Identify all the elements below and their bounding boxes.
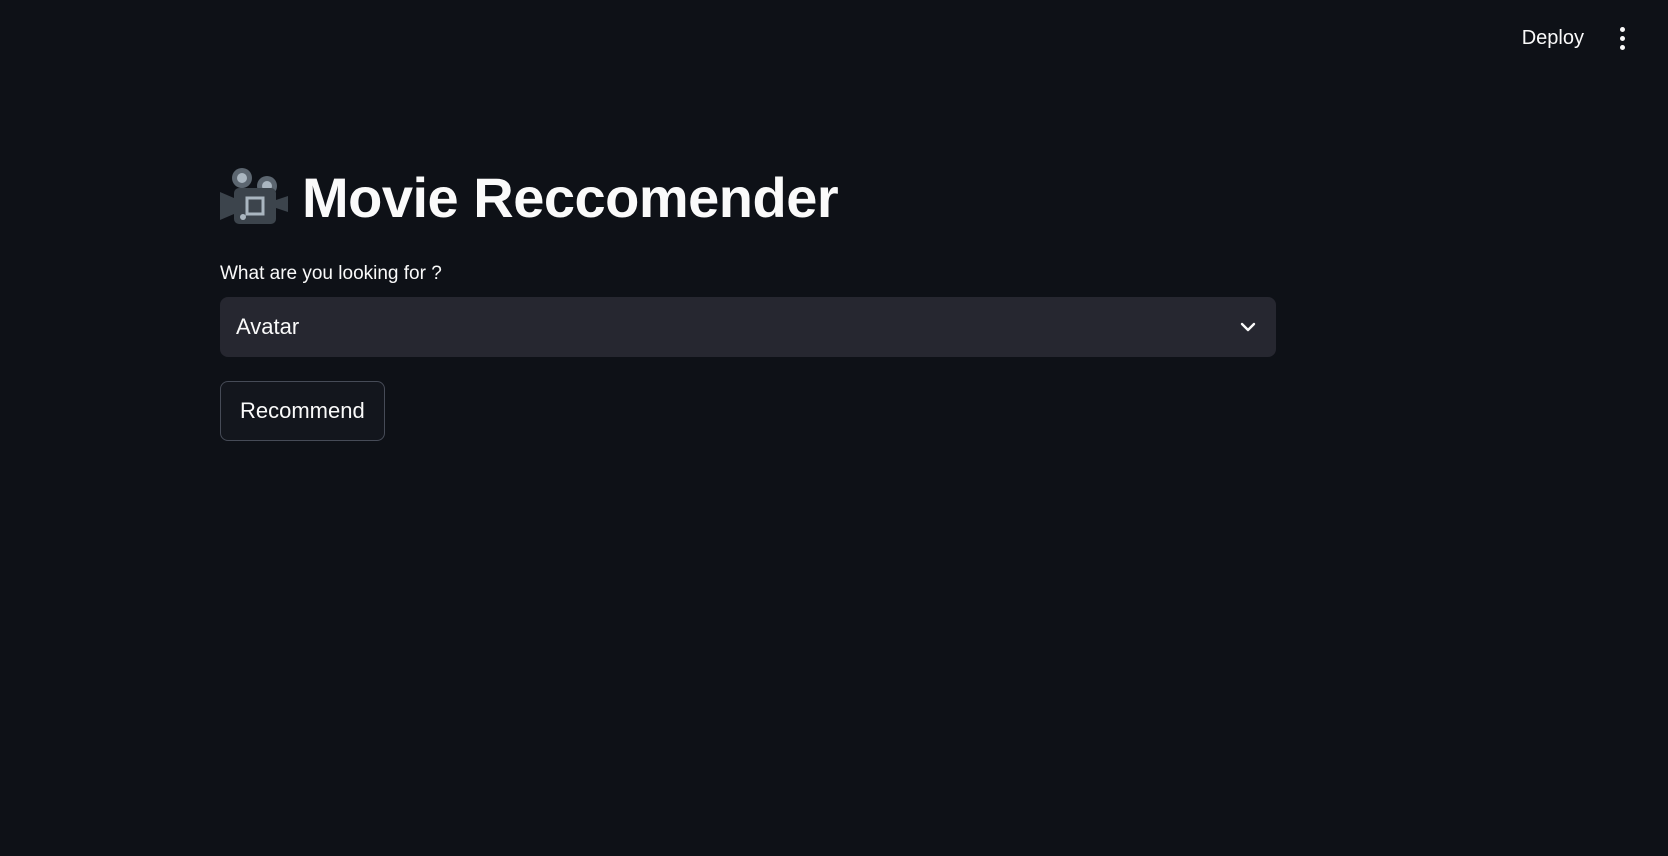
page-title: Movie Reccomender	[302, 165, 839, 229]
select-label: What are you looking for ?	[220, 263, 442, 284]
chevron-down-icon[interactable]	[1238, 317, 1258, 337]
top-toolbar: Deploy	[1518, 0, 1668, 76]
movie-select[interactable]: Avatar	[220, 297, 1276, 357]
kebab-menu-icon[interactable]	[1610, 22, 1634, 54]
select-value: Avatar	[236, 314, 300, 339]
title-row: Movie Reccomender	[220, 158, 1276, 236]
movie-camera-icon	[220, 168, 288, 224]
recommend-button[interactable]: Recommend	[220, 381, 385, 441]
deploy-button[interactable]: Deploy	[1518, 21, 1588, 56]
main-content: Movie Reccomender What are you looking f…	[220, 158, 1276, 441]
